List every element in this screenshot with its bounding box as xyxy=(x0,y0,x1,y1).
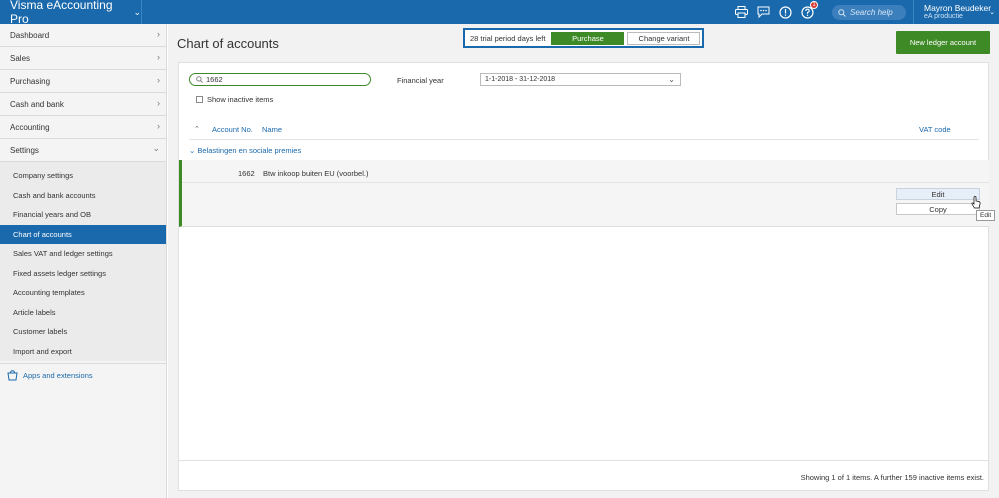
column-header-account-no[interactable]: Account No. xyxy=(212,125,253,134)
sidebar-item-label: Dashboard xyxy=(10,30,50,40)
page-title: Chart of accounts xyxy=(177,36,279,51)
account-number: 1662 xyxy=(238,169,255,178)
apps-and-extensions-link[interactable]: Apps and extensions xyxy=(0,363,166,387)
header-divider xyxy=(189,139,979,140)
new-ledger-account-button[interactable]: New ledger account xyxy=(896,31,990,54)
chevron-right-icon: › xyxy=(157,75,160,85)
chat-icon[interactable] xyxy=(755,4,771,20)
print-icon[interactable] xyxy=(733,4,749,20)
alert-icon[interactable] xyxy=(777,4,793,20)
main-content: Chart of accounts 28 trial period days l… xyxy=(168,24,999,498)
sidebar-item-settings[interactable]: Settings ⌄ xyxy=(0,139,166,162)
financial-year-label: Financial year xyxy=(397,76,444,85)
trial-banner: 28 trial period days left Purchase Chang… xyxy=(463,28,704,48)
user-name: Mayron Beudeker xyxy=(924,3,992,13)
purchase-button[interactable]: Purchase xyxy=(551,31,625,45)
search-icon xyxy=(838,8,846,17)
user-menu[interactable]: Mayron Beudeker eA productie ⌄ xyxy=(913,0,999,24)
chevron-right-icon: › xyxy=(157,121,160,131)
copy-button[interactable]: Copy xyxy=(896,203,980,215)
sidebar-subitem-fixed-assets[interactable]: Fixed assets ledger settings xyxy=(0,264,166,284)
show-inactive-toggle[interactable]: Show inactive items xyxy=(196,95,273,104)
table-footer: Showing 1 of 1 items. A further 159 inac… xyxy=(179,460,988,491)
basket-icon xyxy=(7,370,18,381)
user-org: eA productie xyxy=(924,13,963,20)
change-variant-button[interactable]: Change variant xyxy=(627,31,701,45)
chevron-right-icon: › xyxy=(157,29,160,39)
filter-input[interactable] xyxy=(206,75,366,84)
chevron-right-icon: › xyxy=(157,98,160,108)
chevron-right-icon: › xyxy=(157,52,160,62)
edit-tooltip: Edit xyxy=(976,210,996,221)
sidebar-subitem-accounting-templates[interactable]: Accounting templates xyxy=(0,283,166,303)
account-name: Btw inkoop buiten EU (voorbel.) xyxy=(263,169,369,178)
search-icon xyxy=(196,76,203,83)
table-row[interactable]: 1662 Btw inkoop buiten EU (voorbel.) Edi… xyxy=(179,160,996,227)
settings-submenu: Company settings Cash and bank accounts … xyxy=(0,162,166,361)
group-label: Belastingen en sociale premies xyxy=(197,146,302,155)
help-icon[interactable]: 1 xyxy=(799,1,818,20)
sidebar-item-cash-and-bank[interactable]: Cash and bank › xyxy=(0,93,166,116)
group-toggle[interactable]: ⌄ Belastingen en sociale premies xyxy=(189,146,301,155)
financial-year-value: 1-1-2018 - 31-12-2018 xyxy=(485,76,556,83)
sidebar-item-label: Accounting xyxy=(10,122,50,132)
row-divider xyxy=(182,182,989,183)
sidebar-item-accounting[interactable]: Accounting › xyxy=(0,116,166,139)
show-inactive-label: Show inactive items xyxy=(207,95,274,104)
notification-badge: 1 xyxy=(810,1,818,9)
show-inactive-checkbox[interactable] xyxy=(196,96,203,103)
search-input[interactable] xyxy=(850,8,906,17)
chevron-down-icon: ⌄ xyxy=(133,6,141,17)
sidebar: Dashboard › Sales › Purchasing › Cash an… xyxy=(0,24,167,498)
footer-text: Showing 1 of 1 items. A further 159 inac… xyxy=(800,473,984,482)
chevron-down-icon: ⌄ xyxy=(189,146,196,155)
top-icons: 1 xyxy=(733,1,818,20)
chevron-down-icon: ⌄ xyxy=(668,75,675,84)
sidebar-subitem-chart-of-accounts[interactable]: Chart of accounts xyxy=(0,224,166,244)
edit-button[interactable]: Edit xyxy=(896,188,980,200)
chevron-down-icon: ⌄ xyxy=(989,9,995,16)
financial-year-select[interactable]: 1-1-2018 - 31-12-2018 ⌄ xyxy=(480,73,681,86)
column-header-name[interactable]: Name xyxy=(262,125,282,134)
sidebar-item-label: Settings xyxy=(10,145,39,155)
sidebar-item-purchasing[interactable]: Purchasing › xyxy=(0,70,166,93)
column-header-vat-code[interactable]: VAT code xyxy=(919,125,951,134)
sidebar-item-label: Sales xyxy=(10,53,31,63)
sidebar-item-dashboard[interactable]: Dashboard › xyxy=(0,24,166,47)
app-title: Visma eAccounting Pro xyxy=(10,0,113,26)
sidebar-subitem-company-settings[interactable]: Company settings xyxy=(0,166,166,186)
trial-text: 28 trial period days left xyxy=(470,33,546,43)
top-bar: Visma eAccounting Pro ⌄ 1 Mayron Beudeke… xyxy=(0,0,999,26)
sidebar-subitem-customer-labels[interactable]: Customer labels xyxy=(0,322,166,342)
filter-box[interactable] xyxy=(189,73,371,86)
accounts-panel: Financial year 1-1-2018 - 31-12-2018 ⌄ S… xyxy=(178,62,996,491)
sort-up-icon[interactable]: ⌃ xyxy=(194,125,200,133)
sidebar-subitem-sales-vat[interactable]: Sales VAT and ledger settings xyxy=(0,244,166,264)
sidebar-subitem-financial-years[interactable]: Financial years and OB xyxy=(0,205,166,225)
hand-cursor-icon xyxy=(971,196,981,209)
sidebar-item-label: Purchasing xyxy=(10,76,51,86)
sidebar-item-sales[interactable]: Sales › xyxy=(0,47,166,70)
sidebar-subitem-article-labels[interactable]: Article labels xyxy=(0,303,166,323)
chevron-down-icon: ⌄ xyxy=(152,143,160,153)
search-box[interactable] xyxy=(832,5,906,20)
app-switcher[interactable]: Visma eAccounting Pro ⌄ xyxy=(0,0,142,26)
sidebar-subitem-cash-and-bank-accounts[interactable]: Cash and bank accounts xyxy=(0,186,166,206)
sidebar-item-label: Cash and bank xyxy=(10,99,64,109)
apps-label: Apps and extensions xyxy=(23,371,93,380)
sidebar-subitem-import-export[interactable]: Import and export xyxy=(0,342,166,362)
